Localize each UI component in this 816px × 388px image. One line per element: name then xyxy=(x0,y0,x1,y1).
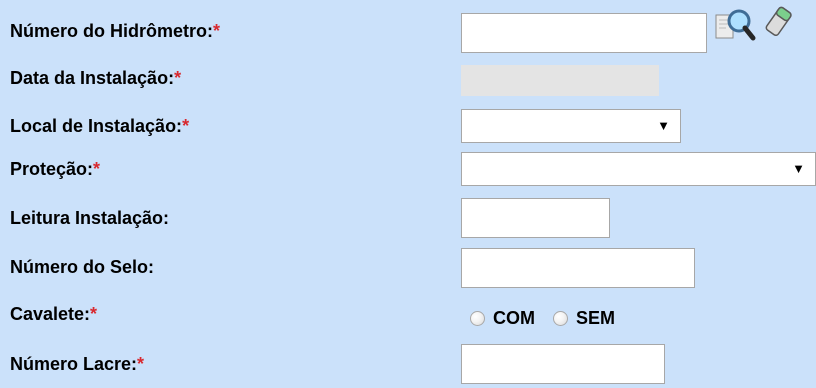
chevron-down-icon: ▼ xyxy=(792,161,805,176)
row-lacre-number: Número Lacre:* xyxy=(0,340,816,388)
label-text: Número do Hidrômetro: xyxy=(10,21,214,41)
seal-number-input[interactable] xyxy=(461,248,695,288)
lacre-number-input[interactable] xyxy=(461,344,665,384)
required-asterisk: * xyxy=(182,116,190,136)
label-seal-number: Número do Selo: xyxy=(10,256,154,278)
required-asterisk: * xyxy=(90,304,98,324)
row-installation-date: Data da Instalação:* xyxy=(0,63,816,111)
search-hydrometer-icon[interactable] xyxy=(714,7,757,44)
label-text: Número Lacre: xyxy=(10,354,138,374)
row-protection: Proteção:* ▼ xyxy=(0,151,816,199)
hydrometer-form: Número do Hidrômetro:* Data da Instalaçã… xyxy=(0,0,816,384)
row-hydrometer-number: Número do Hidrômetro:* xyxy=(0,0,816,53)
label-installation-reading: Leitura Instalação: xyxy=(10,207,169,229)
row-seal-number: Número do Selo: xyxy=(0,247,816,295)
radio-com-label: COM xyxy=(493,308,535,328)
label-hydrometer-number: Número do Hidrômetro:* xyxy=(10,20,220,42)
label-protection: Proteção:* xyxy=(10,158,100,180)
protection-select[interactable]: ▼ xyxy=(461,152,816,186)
installation-date-input xyxy=(461,65,659,96)
label-text: Data da Instalação: xyxy=(10,68,175,88)
required-asterisk: * xyxy=(213,21,221,41)
required-asterisk: * xyxy=(174,68,182,88)
cavalete-radio-group: COM SEM xyxy=(470,308,625,329)
label-lacre-number: Número Lacre:* xyxy=(10,353,144,375)
radio-com[interactable] xyxy=(470,311,485,326)
label-text: Número do Selo: xyxy=(10,257,155,277)
installation-reading-input[interactable] xyxy=(461,198,610,238)
required-asterisk: * xyxy=(137,354,145,374)
radio-sem[interactable] xyxy=(553,311,568,326)
installation-location-select[interactable]: ▼ xyxy=(461,109,681,143)
label-installation-date: Data da Instalação:* xyxy=(10,67,181,89)
label-text: Leitura Instalação: xyxy=(10,208,170,228)
hydrometer-number-input[interactable] xyxy=(461,13,707,53)
label-installation-location: Local de Instalação:* xyxy=(10,115,189,137)
required-asterisk: * xyxy=(93,159,101,179)
label-text: Cavalete: xyxy=(10,304,91,324)
label-text: Proteção: xyxy=(10,159,94,179)
eraser-icon[interactable] xyxy=(761,5,795,43)
row-installation-location: Local de Instalação:* ▼ xyxy=(0,109,816,157)
radio-sem-label: SEM xyxy=(576,308,616,328)
chevron-down-icon: ▼ xyxy=(657,118,670,133)
label-text: Local de Instalação: xyxy=(10,116,183,136)
row-installation-reading: Leitura Instalação: xyxy=(0,197,816,245)
label-cavalete: Cavalete:* xyxy=(10,303,97,325)
